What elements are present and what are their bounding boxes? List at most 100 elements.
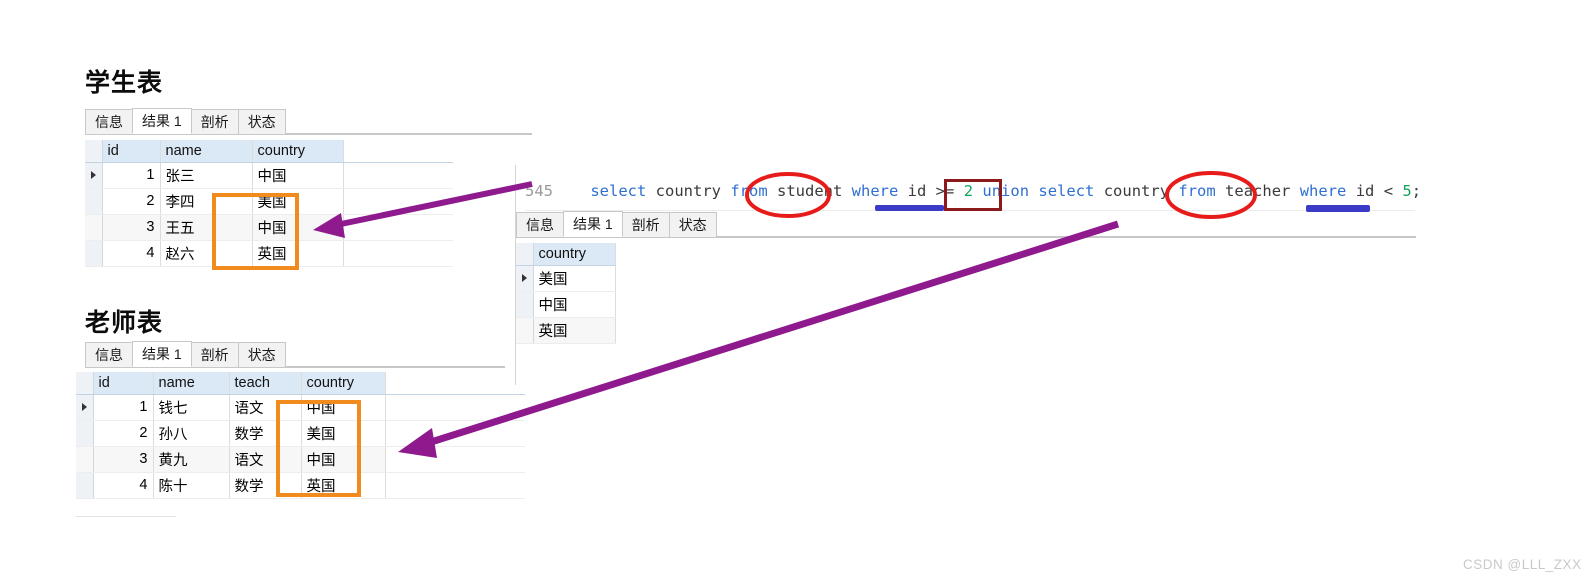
tab-student-status[interactable]: 状态 — [237, 109, 286, 134]
tab-student-result[interactable]: 结果 1 — [132, 108, 192, 134]
table-row[interactable]: 2 孙八 数学 美国 — [76, 420, 525, 447]
tab-student-profile[interactable]: 剖析 — [190, 109, 239, 134]
table-header-row: id name country — [85, 140, 453, 163]
table-row[interactable]: 1 钱七 语文 中国 — [76, 394, 525, 421]
sql-token: select — [590, 182, 647, 200]
col-result-country[interactable]: country — [533, 243, 616, 266]
table-row[interactable]: 4 陈十 数学 英国 — [76, 472, 525, 499]
table-row[interactable]: 3 王五 中国 — [85, 214, 453, 241]
watermark: CSDN @LLL_ZXX — [1463, 557, 1582, 572]
cell-spacer — [385, 420, 525, 447]
sql-line-number: 545 — [525, 182, 553, 200]
row-marker — [85, 240, 103, 267]
teacher-section-title: 老师表 — [85, 309, 164, 337]
table-row[interactable]: 美国 — [516, 265, 616, 292]
cell-student-id: 1 — [102, 162, 161, 189]
sql-statement[interactable]: select country from student where id >= … — [590, 182, 1421, 200]
sql-token: 5 — [1402, 182, 1412, 200]
col-teacher-teach[interactable]: teach — [229, 372, 302, 395]
col-teacher-name[interactable]: name — [153, 372, 230, 395]
sql-token: id — [1346, 182, 1384, 200]
cell-spacer — [385, 394, 525, 421]
sql-editor-line[interactable]: 545 select country from student where id… — [525, 182, 1422, 200]
cell-result-country: 美国 — [533, 265, 616, 292]
student-tabstrip: 信息 结果 1 剖析 状态 — [85, 108, 532, 135]
table-header-row: country — [516, 243, 616, 266]
cell-teacher-name: 钱七 — [153, 394, 230, 421]
sql-token: >= — [935, 182, 955, 200]
tab-result-result[interactable]: 结果 1 — [563, 211, 623, 237]
cell-teacher-id: 4 — [93, 472, 154, 499]
union-result-table: country 美国 中国 英国 — [516, 243, 616, 344]
tabstrip-filler — [284, 341, 505, 367]
table-row[interactable]: 3 黄九 语文 中国 — [76, 446, 525, 473]
cell-teacher-name: 黄九 — [153, 446, 230, 473]
sql-token: where — [1299, 182, 1347, 200]
cell-teacher-id: 2 — [93, 420, 154, 447]
col-student-id[interactable]: id — [102, 140, 161, 163]
col-student-country[interactable]: country — [252, 140, 344, 163]
table-row[interactable]: 4 赵六 英国 — [85, 240, 453, 267]
cell-student-name: 张三 — [160, 162, 253, 189]
tab-teacher-info[interactable]: 信息 — [85, 342, 133, 367]
sql-token: student — [767, 182, 852, 200]
table-row[interactable]: 英国 — [516, 317, 616, 344]
cell-teacher-teach: 语文 — [229, 394, 302, 421]
row-marker — [76, 472, 94, 499]
query-result-grid[interactable]: country 美国 中国 英国 — [516, 243, 616, 344]
sql-token: teacher — [1215, 182, 1300, 200]
sql-token: ; — [1411, 182, 1422, 200]
col-teacher-spacer — [385, 372, 525, 395]
tab-student-info[interactable]: 信息 — [85, 109, 133, 134]
cell-result-country: 中国 — [533, 291, 616, 318]
cell-spacer — [385, 446, 525, 473]
cell-teacher-country: 美国 — [301, 420, 386, 447]
row-marker — [85, 162, 103, 189]
cell-teacher-country: 中国 — [301, 394, 386, 421]
col-student-spacer — [343, 140, 453, 163]
tab-result-status[interactable]: 状态 — [668, 212, 717, 237]
rowmark-header — [76, 372, 94, 395]
cell-spacer — [343, 214, 453, 241]
tab-result-info[interactable]: 信息 — [516, 212, 564, 237]
rowmark-header — [516, 243, 534, 266]
student-result-grid[interactable]: id name country 1 张三 中国 2 李四 美国 3 王五 中国 … — [85, 140, 453, 267]
cell-teacher-country: 中国 — [301, 446, 386, 473]
tab-teacher-profile[interactable]: 剖析 — [190, 342, 239, 367]
sql-token: where — [851, 182, 899, 200]
row-marker — [85, 214, 103, 241]
col-teacher-country[interactable]: country — [301, 372, 386, 395]
teacher-result-grid[interactable]: id name teach country 1 钱七 语文 中国 2 孙八 数学 — [76, 372, 525, 499]
cell-teacher-id: 3 — [93, 446, 154, 473]
col-teacher-id[interactable]: id — [93, 372, 154, 395]
tabstrip-filler — [715, 211, 1416, 237]
sql-token: from — [730, 182, 768, 200]
tab-result-profile[interactable]: 剖析 — [621, 212, 670, 237]
sql-token: select — [1038, 182, 1095, 200]
sql-token: union — [982, 182, 1030, 200]
row-marker — [76, 394, 94, 421]
tab-teacher-result[interactable]: 结果 1 — [132, 341, 192, 367]
cell-student-name: 王五 — [160, 214, 253, 241]
table-row[interactable]: 1 张三 中国 — [85, 162, 453, 189]
row-marker — [516, 265, 534, 292]
cell-spacer — [343, 240, 453, 267]
table-row[interactable]: 2 李四 美国 — [85, 188, 453, 215]
cell-student-name: 赵六 — [160, 240, 253, 267]
cell-student-id: 3 — [102, 214, 161, 241]
cell-teacher-country: 英国 — [301, 472, 386, 499]
cell-teacher-id: 1 — [93, 394, 154, 421]
row-marker — [85, 188, 103, 215]
sql-token: < — [1383, 182, 1394, 200]
sql-token: id — [898, 182, 936, 200]
sql-token: country — [1094, 182, 1179, 200]
cell-student-country: 中国 — [252, 214, 344, 241]
table-row[interactable]: 中国 — [516, 291, 616, 318]
col-student-name[interactable]: name — [160, 140, 253, 163]
cell-teacher-teach: 数学 — [229, 472, 302, 499]
student-section-title: 学生表 — [85, 69, 164, 97]
cell-spacer — [385, 472, 525, 499]
row-marker — [76, 420, 94, 447]
tab-teacher-status[interactable]: 状态 — [237, 342, 286, 367]
